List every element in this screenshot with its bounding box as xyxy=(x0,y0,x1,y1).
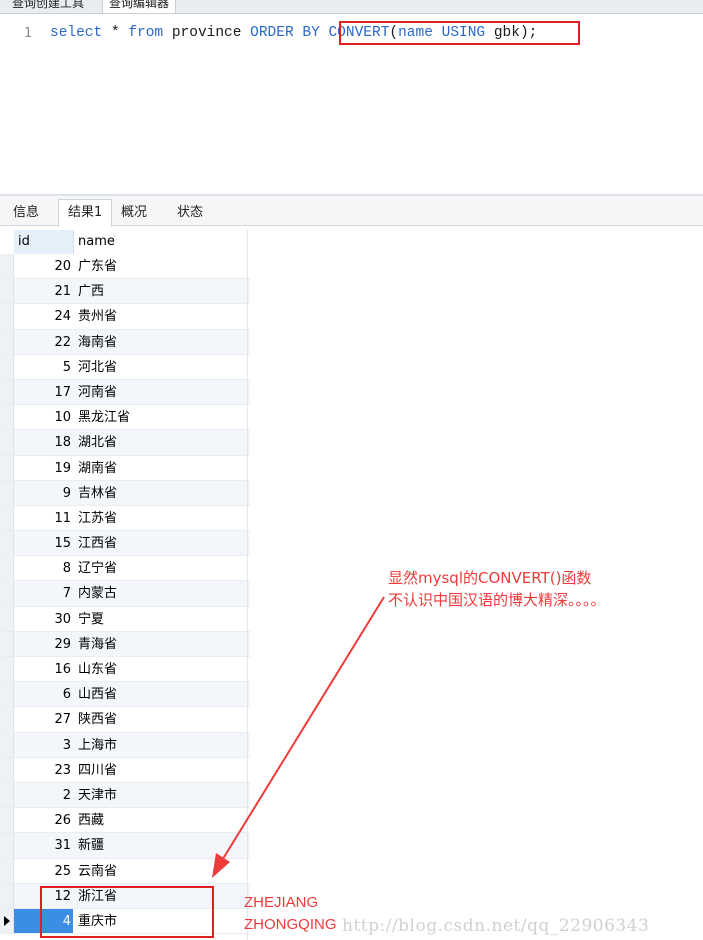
label-zhongqing: ZHONGQING xyxy=(244,916,337,933)
arrow-line xyxy=(220,596,385,863)
annotation-line-2: 不认识中国汉语的博大精深。。。。 xyxy=(388,591,606,609)
annotation-text: 显然mysql的CONVERT()函数 不认识中国汉语的博大精深。。。。 xyxy=(388,567,606,611)
arrow-head xyxy=(212,853,230,878)
annotation-line-1: 显然mysql的CONVERT()函数 xyxy=(388,569,592,587)
watermark: http://blog.csdn.net/qq_22906343 xyxy=(342,916,650,936)
label-zhejiang: ZHEJIANG xyxy=(244,894,319,911)
pinyin-labels: ZHEJIANG ZHONGQING xyxy=(244,892,337,936)
annotation-arrow xyxy=(212,596,385,878)
